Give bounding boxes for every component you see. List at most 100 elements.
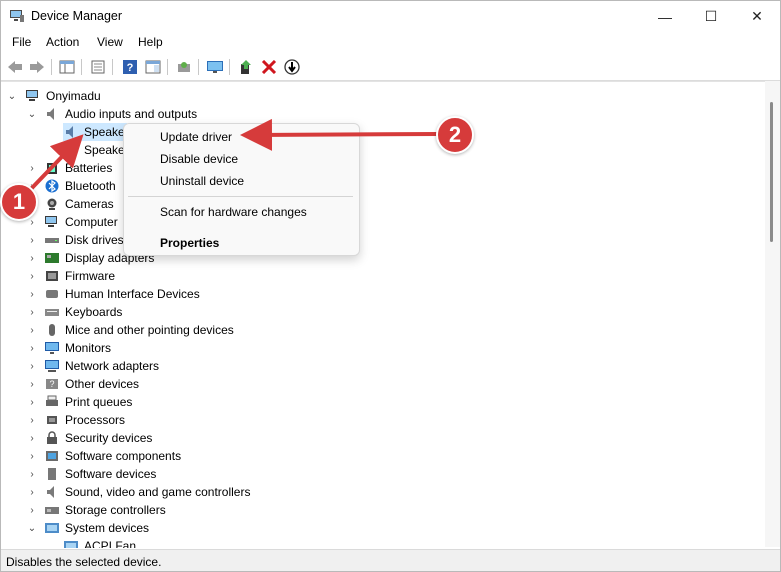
storage-controllers-icon bbox=[44, 503, 60, 517]
display-adapters-icon bbox=[44, 251, 60, 265]
menu-help[interactable]: Help bbox=[138, 35, 163, 49]
menu-item-properties[interactable]: Properties bbox=[160, 236, 219, 250]
tree-category-mice-and-other-pointing-devices[interactable]: › Mice and other pointing devices bbox=[27, 321, 234, 339]
toolbar: ? bbox=[1, 54, 780, 81]
svg-text:?: ? bbox=[127, 62, 134, 74]
annotation-badge-2: 2 bbox=[436, 116, 474, 154]
tree-category-label: Network adapters bbox=[65, 359, 160, 373]
action-pane-icon[interactable] bbox=[144, 58, 162, 75]
chevron-right-icon[interactable]: › bbox=[27, 325, 37, 336]
tree-category-bluetooth[interactable]: › Bluetooth bbox=[27, 177, 116, 195]
tree-category-batteries[interactable]: › Batteries bbox=[27, 159, 112, 177]
disable-device-icon[interactable] bbox=[283, 58, 301, 75]
chevron-right-icon[interactable]: › bbox=[27, 289, 37, 300]
chevron-right-icon[interactable]: › bbox=[27, 361, 37, 372]
svg-text:?: ? bbox=[49, 379, 54, 389]
chevron-right-icon[interactable]: › bbox=[27, 163, 37, 174]
forward-arrow-icon[interactable] bbox=[28, 58, 46, 75]
chevron-right-icon[interactable]: › bbox=[27, 397, 37, 408]
disk-drives-icon bbox=[44, 233, 60, 247]
monitor-icon[interactable] bbox=[206, 58, 224, 75]
tree-category-computer[interactable]: › Computer bbox=[27, 213, 117, 231]
toolbar-separator bbox=[81, 59, 82, 75]
tree-category-software-components[interactable]: › Software components bbox=[27, 447, 181, 465]
uninstall-device-icon[interactable] bbox=[260, 58, 278, 75]
chevron-right-icon[interactable]: › bbox=[27, 217, 37, 228]
chevron-right-icon[interactable]: › bbox=[27, 505, 37, 516]
chevron-right-icon[interactable]: › bbox=[27, 433, 37, 444]
menu-view[interactable]: View bbox=[97, 35, 123, 49]
tree-category-label: Processors bbox=[65, 413, 126, 427]
back-arrow-icon[interactable] bbox=[6, 58, 24, 75]
tree-category-print-queues[interactable]: › Print queues bbox=[27, 393, 132, 411]
chevron-right-icon[interactable]: › bbox=[27, 235, 37, 246]
menu-action[interactable]: Action bbox=[46, 35, 79, 49]
minimize-button[interactable]: — bbox=[642, 1, 688, 32]
maximize-button[interactable]: ☐ bbox=[688, 1, 734, 32]
tree-category-label: Mice and other pointing devices bbox=[65, 323, 234, 337]
menu-item-scan-hardware[interactable]: Scan for hardware changes bbox=[160, 205, 307, 219]
tree-category-firmware[interactable]: › Firmware bbox=[27, 267, 115, 285]
computer-icon bbox=[44, 215, 60, 229]
chevron-right-icon[interactable]: › bbox=[27, 379, 37, 390]
chevron-right-icon[interactable]: › bbox=[27, 487, 37, 498]
tree-category-system-devices[interactable]: ⌄ System devices bbox=[27, 519, 149, 537]
device-manager-app-icon bbox=[9, 9, 25, 23]
batteries-icon bbox=[44, 161, 60, 175]
tree-category-monitors[interactable]: › Monitors bbox=[27, 339, 111, 357]
tree-category-keyboards[interactable]: › Keyboards bbox=[27, 303, 122, 321]
tree-root-label: Onyimadu bbox=[46, 89, 101, 103]
chevron-right-icon[interactable]: › bbox=[27, 343, 37, 354]
chevron-right-icon[interactable]: › bbox=[27, 469, 37, 480]
tree-category-other-devices[interactable]: ›? Other devices bbox=[27, 375, 139, 393]
tree-category-security-devices[interactable]: › Security devices bbox=[27, 429, 152, 447]
tree-device-speaker-selected[interactable]: Speake bbox=[63, 123, 127, 141]
chevron-right-icon[interactable]: › bbox=[27, 415, 37, 426]
tree-category-storage-controllers[interactable]: › Storage controllers bbox=[27, 501, 166, 519]
tree-category-cameras[interactable]: ›Cameras bbox=[27, 195, 114, 213]
tree-category-network-adapters[interactable]: › Network adapters bbox=[27, 357, 159, 375]
tree-category-label: Storage controllers bbox=[65, 503, 166, 517]
tree-category-human-interface-devices[interactable]: › Human Interface Devices bbox=[27, 285, 200, 303]
update-driver-icon[interactable] bbox=[237, 58, 255, 75]
chevron-right-icon[interactable]: › bbox=[27, 271, 37, 282]
tree-device-acpi-fan[interactable]: ACPI Fan bbox=[63, 537, 136, 548]
show-hide-console-tree-icon[interactable] bbox=[58, 58, 76, 75]
menu-item-update-driver[interactable]: Update driver bbox=[160, 130, 232, 144]
chevron-right-icon[interactable]: › bbox=[27, 253, 37, 264]
menu-item-uninstall-device[interactable]: Uninstall device bbox=[160, 174, 244, 188]
device-manager-window: Device Manager — ☐ ✕ File Action View He… bbox=[0, 0, 781, 572]
properties-sheet-icon[interactable] bbox=[89, 58, 107, 75]
menu-file[interactable]: File bbox=[12, 35, 31, 49]
tree-category-label: Cameras bbox=[65, 197, 114, 211]
sound-video-and-game-controllers-icon bbox=[44, 485, 60, 499]
mice-and-other-pointing-devices-icon bbox=[44, 323, 60, 337]
tree-category-label: Security devices bbox=[65, 431, 153, 445]
chevron-down-icon[interactable]: ⌄ bbox=[27, 523, 37, 534]
help-icon[interactable]: ? bbox=[121, 58, 139, 75]
close-button[interactable]: ✕ bbox=[734, 1, 780, 32]
tree-category-label: Disk drives bbox=[65, 233, 124, 247]
chevron-down-icon[interactable]: ⌄ bbox=[27, 109, 37, 120]
other-devices-icon: ? bbox=[44, 377, 60, 391]
tree-device-speaker[interactable]: Speake bbox=[63, 141, 125, 159]
tree-category-processors[interactable]: › Processors bbox=[27, 411, 125, 429]
menu-item-disable-device[interactable]: Disable device bbox=[160, 152, 238, 166]
tree-category-label: Bluetooth bbox=[65, 179, 116, 193]
monitors-icon bbox=[44, 341, 60, 355]
chevron-right-icon[interactable]: › bbox=[27, 307, 37, 318]
tree-category-audio[interactable]: ⌄ Audio inputs and outputs bbox=[27, 105, 197, 123]
scrollbar-thumb[interactable] bbox=[770, 102, 773, 242]
tree-category-label: Human Interface Devices bbox=[65, 287, 200, 301]
tree-category-sound-video-and-game-controllers[interactable]: › Sound, video and game controllers bbox=[27, 483, 250, 501]
chevron-right-icon[interactable]: › bbox=[27, 451, 37, 462]
chevron-down-icon[interactable]: ⌄ bbox=[7, 91, 17, 102]
menu-separator bbox=[128, 196, 353, 197]
tree-category-label: Software devices bbox=[65, 467, 157, 481]
tree-category-software-devices[interactable]: › Software devices bbox=[27, 465, 156, 483]
scan-hardware-icon[interactable] bbox=[175, 58, 193, 75]
tree-root[interactable]: ⌄ Onyimadu bbox=[7, 87, 101, 105]
tree-category-disk-drives[interactable]: › Disk drives bbox=[27, 231, 124, 249]
context-menu: Update driver Disable device Uninstall d… bbox=[123, 123, 360, 256]
vertical-scrollbar[interactable] bbox=[765, 81, 780, 547]
